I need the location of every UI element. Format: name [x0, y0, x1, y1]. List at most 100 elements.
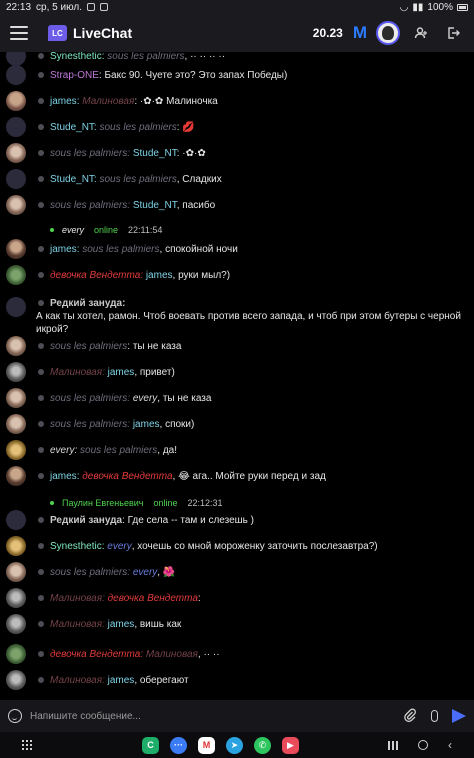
recipient-name[interactable]: девочка Вендетта — [82, 471, 172, 482]
avatar[interactable] — [6, 510, 26, 530]
sender-name[interactable]: sous les palmiers — [50, 567, 127, 578]
message-line: Малиновая: девочка Вендетта: — [38, 592, 201, 605]
home-icon[interactable] — [418, 740, 428, 750]
recipient-name[interactable]: james — [108, 675, 135, 686]
recipient-name[interactable]: Малиновая — [146, 649, 198, 660]
sender-name[interactable]: Stude_NT — [50, 122, 94, 133]
sender-name[interactable]: sous les palmiers — [50, 200, 127, 211]
emoji-icon[interactable] — [8, 709, 22, 723]
balance-value: 20.23 — [312, 26, 343, 40]
avatar[interactable] — [6, 239, 26, 259]
level-dot-icon — [38, 595, 44, 601]
avatar[interactable] — [6, 336, 26, 356]
avatar[interactable] — [6, 169, 26, 189]
recipient-name[interactable]: james — [133, 419, 160, 430]
sender-name[interactable]: девочка Вендетта — [50, 270, 140, 281]
presence-line: every online 22:11:54 — [50, 225, 162, 235]
sender-name[interactable]: james — [50, 471, 77, 482]
sender-name[interactable]: Stude_NT — [50, 174, 94, 185]
sender-name[interactable]: Редкий зануда — [50, 298, 122, 309]
avatar[interactable] — [6, 644, 26, 664]
message-text: , споки) — [159, 419, 195, 430]
sender-name[interactable]: Малиновая — [50, 367, 102, 378]
sender-name[interactable]: девочка Вендетта — [50, 649, 140, 660]
whatsapp-app-icon[interactable]: ✆ — [254, 736, 271, 754]
sender-name[interactable]: Малиновая — [50, 593, 102, 604]
send-icon[interactable] — [452, 709, 466, 723]
profile-avatar[interactable] — [376, 21, 400, 45]
sender-name[interactable]: every — [50, 445, 74, 456]
video-app-icon[interactable]: ▶ — [282, 736, 299, 754]
recipient-name[interactable]: sous les palmiers — [107, 52, 184, 62]
message-text: , ты не каза — [157, 393, 212, 404]
avatar[interactable] — [6, 614, 26, 634]
message-input[interactable] — [30, 710, 403, 722]
sender-name[interactable]: sous les palmiers — [50, 393, 127, 404]
avatar[interactable] — [6, 297, 26, 317]
add-user-icon[interactable] — [410, 22, 432, 44]
message-text: , Сладких — [176, 174, 222, 185]
avatar[interactable] — [6, 466, 26, 486]
logout-icon[interactable] — [442, 22, 464, 44]
avatar[interactable] — [6, 670, 26, 690]
sender-name[interactable]: Редкий зануда — [50, 515, 122, 526]
recipient-name[interactable]: Малиновая — [82, 96, 134, 107]
gmail-app-icon[interactable]: M — [198, 736, 215, 754]
avatar[interactable] — [6, 143, 26, 163]
avatar[interactable] — [6, 414, 26, 434]
apps-grid-icon[interactable] — [22, 740, 32, 750]
avatar[interactable] — [6, 562, 26, 582]
sender-name[interactable]: sous les palmiers — [50, 148, 127, 159]
message-line: Synesthetic: sous les palmiers, ·· ·· ··… — [38, 52, 225, 63]
recipient-name[interactable]: james — [146, 270, 173, 281]
sender-name[interactable]: sous les palmiers — [50, 341, 127, 352]
back-icon[interactable]: ‹ — [448, 738, 452, 752]
avatar[interactable] — [6, 65, 26, 85]
app-logo[interactable]: LC LiveChat — [48, 25, 132, 41]
message-line: Stude_NT: sous les palmiers: 💋 — [38, 121, 195, 134]
message-line: Synesthetic: every, хочешь со мной морож… — [38, 540, 378, 553]
avatar[interactable] — [6, 91, 26, 111]
recipient-name[interactable]: Stude_NT — [133, 200, 177, 211]
avatar[interactable] — [6, 536, 26, 556]
sender-name[interactable]: Synesthetic — [50, 52, 102, 62]
sender-name[interactable]: james — [50, 244, 77, 255]
recipient-name[interactable]: sous les palmiers — [80, 445, 157, 456]
avatar[interactable] — [6, 117, 26, 137]
presence-name[interactable]: every — [62, 225, 84, 235]
currency-m-icon[interactable]: M — [353, 23, 367, 43]
recipient-name[interactable]: Stude_NT — [133, 148, 177, 159]
avatar[interactable] — [6, 265, 26, 285]
recipient-name[interactable]: every — [133, 393, 157, 404]
message-line: james: Малиновая: ·✿·✿ Малиночка — [38, 95, 218, 108]
recipient-name[interactable]: every — [107, 541, 131, 552]
messages-app-icon[interactable]: ··· — [170, 736, 187, 754]
sender-name[interactable]: sous les palmiers — [50, 419, 127, 430]
recipient-name[interactable]: sous les palmiers — [82, 244, 159, 255]
sender-name[interactable]: james — [50, 96, 77, 107]
recipient-name[interactable]: james — [108, 367, 135, 378]
recents-icon[interactable] — [388, 740, 398, 750]
avatar[interactable] — [6, 52, 26, 66]
recipient-name[interactable]: sous les palmiers — [99, 122, 176, 133]
sender-name[interactable]: Strap-ONE — [50, 70, 99, 81]
sender-name[interactable]: Synesthetic — [50, 541, 102, 552]
recipient-name[interactable]: sous les palmiers — [99, 174, 176, 185]
app-c-icon[interactable]: C — [142, 736, 159, 754]
avatar[interactable] — [6, 588, 26, 608]
recipient-name[interactable]: james — [108, 619, 135, 630]
sender-name[interactable]: Малиновая — [50, 619, 102, 630]
telegram-app-icon[interactable]: ➤ — [226, 736, 243, 754]
avatar[interactable] — [6, 362, 26, 382]
chat-feed[interactable]: Редкий зануда: А как ты хотел, рамон. Чт… — [0, 52, 474, 700]
attach-icon[interactable] — [403, 708, 417, 725]
recipient-name[interactable]: every — [133, 567, 157, 578]
avatar[interactable] — [6, 440, 26, 460]
microphone-icon[interactable] — [431, 710, 438, 722]
presence-name[interactable]: Паулин Евгеньевич — [62, 498, 143, 508]
sender-name[interactable]: Малиновая — [50, 675, 102, 686]
avatar[interactable] — [6, 388, 26, 408]
hamburger-icon[interactable] — [10, 26, 28, 40]
avatar[interactable] — [6, 195, 26, 215]
recipient-name[interactable]: девочка Вендетта — [108, 593, 198, 604]
